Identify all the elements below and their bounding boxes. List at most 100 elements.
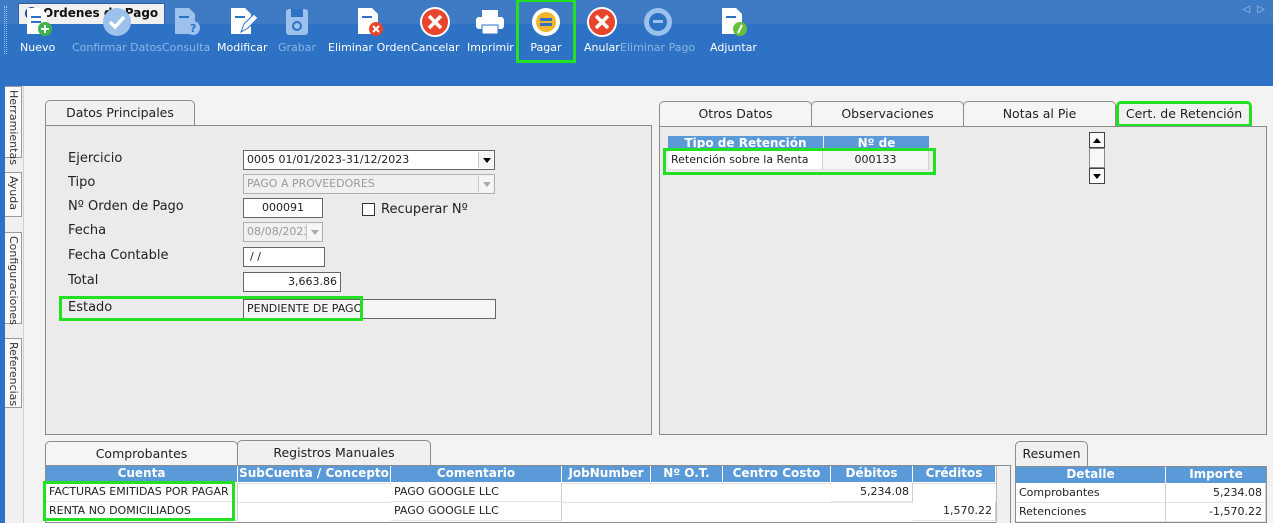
eliminar-pago-button[interactable]: Eliminar Pago	[620, 2, 695, 60]
grabar-label: Grabar	[278, 41, 317, 54]
table-cell-creditos[interactable]: 1,570.22	[913, 502, 996, 521]
nuevo-label: Nuevo	[20, 41, 56, 54]
confirmar-datos-label: Confirmar Datos	[72, 41, 163, 54]
registros-scrollbar[interactable]	[996, 466, 1010, 523]
consulta-label: Consulta	[162, 41, 211, 54]
grid-header-centro-costo[interactable]: Centro Costo	[723, 466, 830, 482]
table-cell-importe: 5,234.08	[1166, 484, 1266, 503]
table-cell-centro-costo[interactable]	[723, 502, 831, 503]
svg-text:?: ?	[190, 22, 196, 35]
grid-header-ot[interactable]: Nº O.T.	[651, 466, 722, 482]
chevron-down-icon[interactable]	[478, 152, 493, 168]
chevron-down-icon[interactable]	[478, 176, 493, 192]
tab-comprobantes-label: Comprobantes	[95, 446, 188, 461]
ejercicio-value: 0005 01/01/2023-31/12/2023	[247, 153, 410, 166]
sidebar-tab-label: Configuraciones	[7, 236, 20, 325]
sidebar-tab-configuraciones[interactable]: Configuraciones	[5, 232, 22, 325]
retencion-row-highlight	[663, 148, 936, 175]
table-cell-detalle: Retenciones	[1016, 503, 1166, 522]
estado-label: Estado	[68, 300, 113, 315]
pagar-button[interactable]: Pagar	[516, 0, 576, 63]
tab-registros-manuales-label: Registros Manuales	[273, 445, 395, 460]
tab-otros-datos-label: Otros Datos	[698, 106, 773, 121]
sidebar-tab-herramientas[interactable]: Herramientas	[5, 86, 22, 165]
table-cell-comentario[interactable]: PAGO GOOGLE LLC	[391, 483, 562, 502]
tab-otros-datos[interactable]: Otros Datos	[659, 101, 812, 126]
tab-notas-pie[interactable]: Notas al Pie	[963, 101, 1116, 126]
table-cell-ot[interactable]	[651, 483, 723, 484]
toolbar-grip[interactable]	[4, 6, 7, 54]
tab-registros-manuales[interactable]: Registros Manuales	[237, 440, 431, 466]
grabar-button[interactable]: Grabar	[278, 2, 316, 60]
consulta-button[interactable]: ? Consulta	[162, 2, 210, 60]
adjuntar-button[interactable]: Adjuntar	[710, 2, 757, 60]
table-cell-debitos[interactable]	[831, 502, 913, 503]
table-cell-centro-costo[interactable]	[723, 483, 831, 484]
eliminar-pago-label: Eliminar Pago	[620, 41, 696, 54]
ejercicio-select[interactable]: 0005 01/01/2023-31/12/2023	[243, 150, 495, 170]
tab-observaciones-label: Observaciones	[841, 106, 934, 121]
sidebar-tab-referencias[interactable]: Referencias	[5, 338, 22, 408]
eliminar-orden-button[interactable]: Eliminar Orden	[328, 2, 410, 60]
scroll-up-icon[interactable]	[1089, 132, 1105, 148]
scroll-track[interactable]	[1089, 148, 1105, 168]
anular-button[interactable]: Anular	[584, 2, 620, 60]
modificar-label: Modificar	[217, 41, 268, 54]
cancelar-button[interactable]: Cancelar	[411, 2, 460, 60]
imprimir-button[interactable]: Imprimir	[467, 2, 514, 60]
table-cell-subcuenta[interactable]	[238, 502, 391, 503]
table-cell-ot[interactable]	[651, 502, 723, 503]
tab-notas-pie-label: Notas al Pie	[1002, 106, 1077, 121]
tab-resumen-label: Resumen	[1022, 446, 1081, 461]
table-cell-comentario[interactable]: PAGO GOOGLE LLC	[391, 502, 562, 521]
nuevo-button[interactable]: Nuevo	[20, 2, 55, 60]
new-document-icon	[21, 4, 55, 40]
pay-coins-icon	[529, 4, 563, 40]
tab-observaciones[interactable]: Observaciones	[811, 101, 964, 126]
cancel-icon	[418, 4, 452, 40]
grid-header-importe[interactable]: Importe	[1166, 467, 1266, 483]
anular-label: Anular	[584, 41, 620, 54]
total-value: 3,663.86	[243, 272, 341, 292]
grid-header-cuenta[interactable]: Cuenta	[46, 466, 237, 482]
confirmar-datos-button[interactable]: Confirmar Datos	[72, 2, 162, 60]
datos-principales-panel	[45, 125, 652, 435]
table-cell-creditos[interactable]	[913, 483, 996, 484]
grid-header-jobnumber[interactable]: JobNumber	[562, 466, 650, 482]
table-cell-debitos[interactable]: 5,234.08	[831, 483, 913, 502]
orden-pago-label: Nº Orden de Pago	[68, 199, 184, 214]
scroll-down-icon[interactable]	[1089, 168, 1105, 184]
fecha-contable-label: Fecha Contable	[68, 248, 169, 263]
sidebar-tab-ayuda[interactable]: Ayuda	[5, 172, 22, 217]
tab-cert-retencion[interactable]: Cert. de Retención	[1116, 101, 1252, 127]
tipo-select[interactable]: PAGO A PROVEEDORES	[243, 174, 495, 194]
modificar-button[interactable]: Modificar	[217, 2, 268, 60]
grid-header-subcuenta[interactable]: SubCuenta / Concepto	[238, 466, 390, 482]
grid-header-detalle[interactable]: Detalle	[1016, 467, 1165, 483]
tab-resumen[interactable]: Resumen	[1015, 441, 1088, 467]
adjuntar-label: Adjuntar	[710, 41, 757, 54]
delete-payment-icon	[641, 4, 675, 40]
tipo-label: Tipo	[68, 175, 96, 190]
tab-comprobantes[interactable]: Comprobantes	[45, 441, 238, 466]
window-scroll-arrows-icon[interactable]: ◁ ▷	[1242, 4, 1267, 15]
fecha-label: Fecha	[68, 223, 107, 238]
table-cell-jobnumber[interactable]	[562, 502, 651, 503]
fecha-contable-input[interactable]: / /	[243, 247, 325, 267]
orden-pago-input[interactable]: 000091	[243, 198, 323, 218]
table-cell-jobnumber[interactable]	[562, 483, 651, 484]
fecha-input[interactable]: 08/08/2023	[243, 222, 323, 242]
sidebar-tab-label: Herramientas	[7, 90, 20, 165]
recuperar-checkbox[interactable]	[362, 203, 375, 216]
total-label: Total	[68, 273, 99, 288]
grid-header-debitos[interactable]: Débitos	[831, 466, 912, 482]
check-circle-icon	[100, 4, 134, 40]
cancelar-label: Cancelar	[411, 41, 460, 54]
tipo-value: PAGO A PROVEEDORES	[247, 177, 375, 190]
eliminar-orden-label: Eliminar Orden	[328, 41, 411, 54]
grid-header-creditos[interactable]: Créditos	[913, 466, 995, 482]
tab-datos-principales[interactable]: Datos Principales	[45, 100, 195, 126]
grid-header-comentario[interactable]: Comentario	[391, 466, 561, 482]
table-cell-subcuenta[interactable]	[238, 483, 391, 484]
chevron-down-icon[interactable]	[306, 224, 321, 240]
